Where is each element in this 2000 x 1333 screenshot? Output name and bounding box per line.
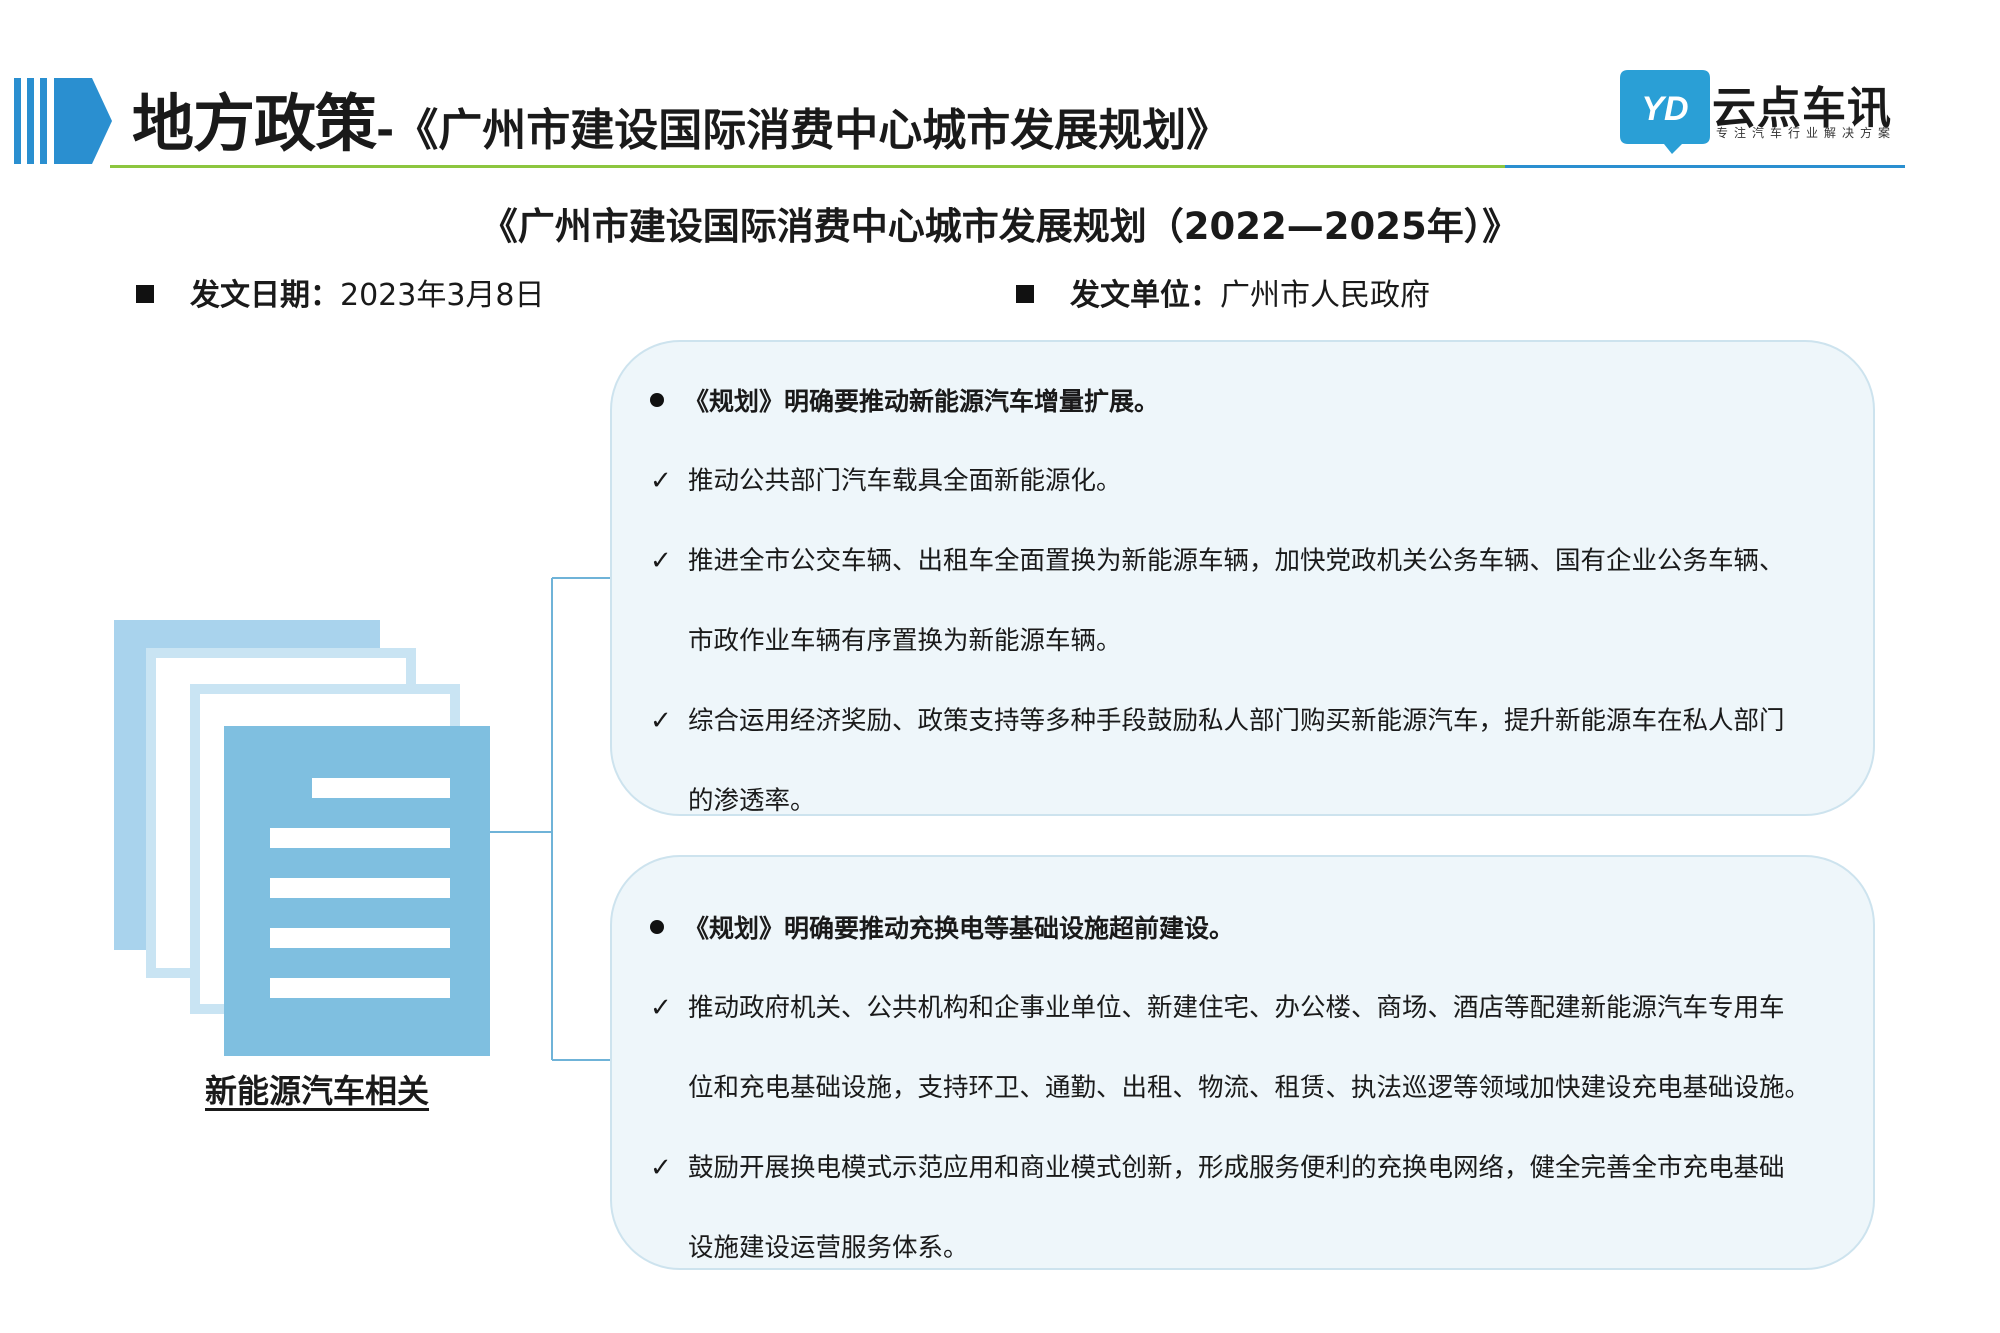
page-title-main: 地方政策: [132, 87, 377, 160]
checkmark-icon: ✓: [650, 546, 672, 576]
list-item-text: 推动公共部门汽车载具全面新能源化。: [688, 466, 1122, 496]
header-accent-icon: [14, 78, 112, 164]
list-item: ✓ 推动政府机关、公共机构和企事业单位、新建住宅、办公楼、商场、酒店等配建新能源汽…: [650, 987, 1785, 1024]
list-item-continuation: 市政作业车辆有序置换为新能源车辆。: [688, 626, 1122, 656]
list-item-continuation: 的渗透率。: [688, 786, 816, 816]
list-item: ✓ 推进全市公交车辆、出租车全面置换为新能源车辆，加快党政机关公务车辆、国有企业公…: [650, 540, 1785, 577]
issue-date-label: 发文日期：: [190, 278, 340, 313]
document-title: 《广州市建设国际消费中心城市发展规划（2022—2025年）》: [480, 205, 1520, 248]
panel-lead: 《规划》明确要推动新能源汽车增量扩展。: [650, 382, 1159, 418]
list-item-text: 推进全市公交车辆、出租车全面置换为新能源车辆，加快党政机关公务车辆、国有企业公务…: [688, 546, 1785, 576]
issue-date-value: 2023年3月8日: [340, 278, 545, 313]
list-item-text: 鼓励开展换电模式示范应用和商业模式创新，形成服务便利的充换电网络，健全完善全市充…: [688, 1153, 1785, 1183]
square-bullet-icon: [1016, 284, 1034, 303]
brand-slogan: 专注汽车行业解决方案: [1716, 126, 1897, 140]
document-stack-icon: [114, 620, 490, 1056]
page-title-sub: -《广州市建设国际消费中心城市发展规划》: [376, 105, 1231, 156]
bullet-dot-icon: [650, 393, 664, 407]
panel-lead: 《规划》明确要推动充换电等基础设施超前建设。: [650, 909, 1234, 945]
issuer: 发文单位：广州市人民政府: [1016, 270, 1430, 314]
bullet-dot-icon: [650, 920, 664, 934]
panel-lead-text: 《规划》明确要推动充换电等基础设施超前建设。: [684, 914, 1235, 943]
issue-date: 发文日期：2023年3月8日: [136, 270, 545, 314]
issuer-value: 广州市人民政府: [1220, 278, 1430, 313]
panel-charging-infrastructure: 《规划》明确要推动充换电等基础设施超前建设。 ✓ 推动政府机关、公共机构和企事业单…: [610, 855, 1875, 1270]
left-caption: 新能源汽车相关: [205, 1072, 430, 1110]
list-item-continuation: 位和充电基础设施，支持环卫、通勤、出租、物流、租赁、执法巡逻等领域加快建设充电基…: [688, 1073, 1811, 1103]
checkmark-icon: ✓: [650, 1153, 672, 1183]
svg-text:YD: YD: [1641, 90, 1688, 128]
list-item-continuation: 设施建设运营服务体系。: [688, 1233, 969, 1263]
checkmark-icon: ✓: [650, 993, 672, 1023]
page-title: 地方政策-《广州市建设国际消费中心城市发展规划》: [132, 84, 1230, 171]
panel-ev-growth: 《规划》明确要推动新能源汽车增量扩展。 ✓ 推动公共部门汽车载具全面新能源化。 ✓…: [610, 340, 1875, 816]
list-item: ✓ 综合运用经济奖励、政策支持等多种手段鼓励私人部门购买新能源汽车，提升新能源车在…: [650, 700, 1785, 737]
checkmark-icon: ✓: [650, 466, 672, 496]
list-item: ✓ 推动公共部门汽车载具全面新能源化。: [650, 460, 1122, 497]
list-item-text: 综合运用经济奖励、政策支持等多种手段鼓励私人部门购买新能源汽车，提升新能源车在私…: [688, 706, 1785, 736]
square-bullet-icon: [136, 284, 154, 303]
panel-lead-text: 《规划》明确要推动新能源汽车增量扩展。: [684, 387, 1160, 416]
issuer-label: 发文单位：: [1070, 278, 1220, 313]
list-item: ✓ 鼓励开展换电模式示范应用和商业模式创新，形成服务便利的充换电网络，健全完善全市…: [650, 1147, 1785, 1184]
checkmark-icon: ✓: [650, 706, 672, 736]
list-item-text: 推动政府机关、公共机构和企事业单位、新建住宅、办公楼、商场、酒店等配建新能源汽车…: [688, 993, 1785, 1023]
title-underline: [110, 165, 1905, 168]
connector-bracket: [490, 577, 614, 1061]
